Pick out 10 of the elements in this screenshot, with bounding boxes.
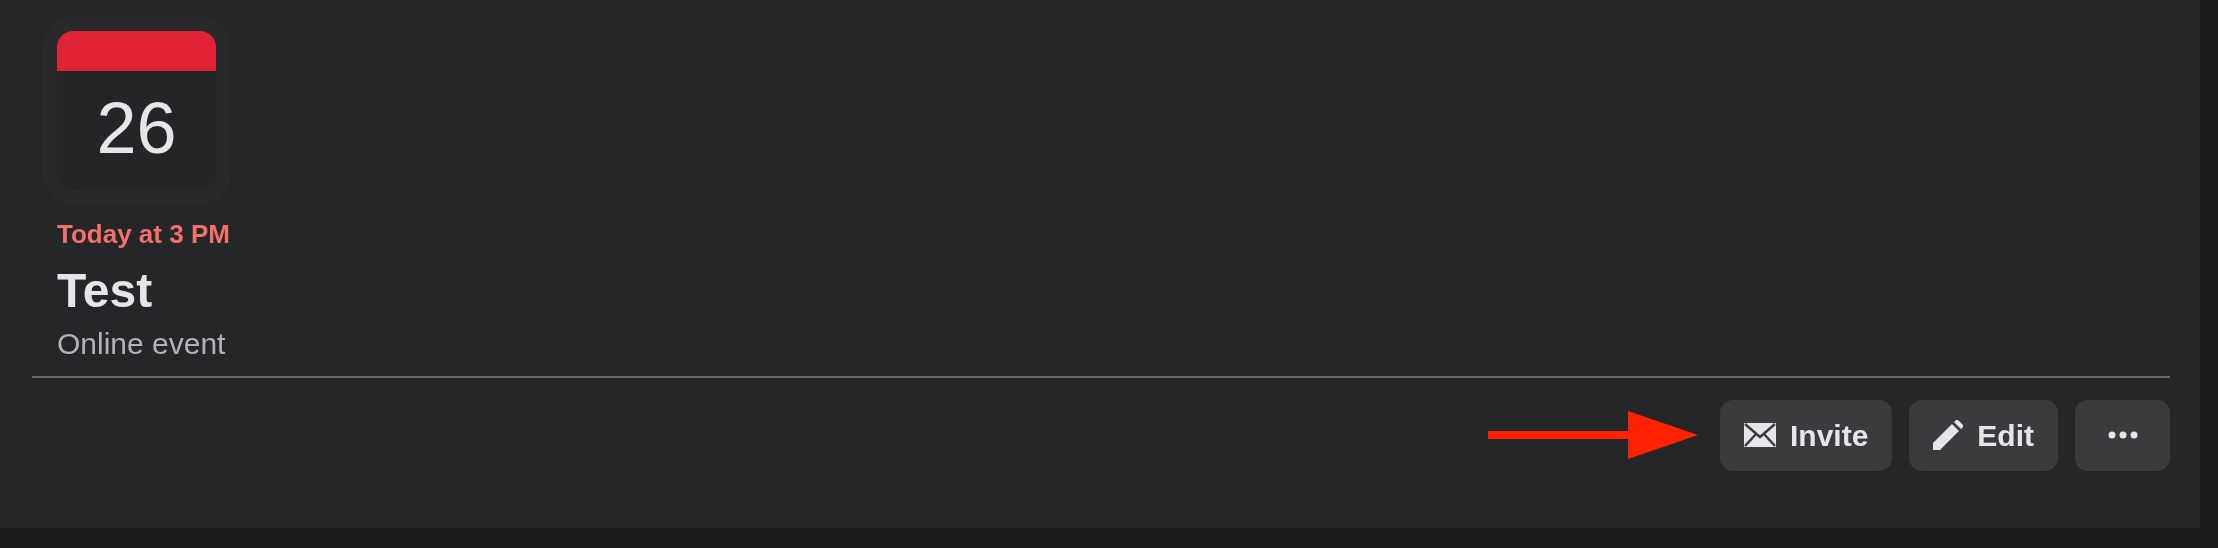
envelope-icon bbox=[1743, 423, 1776, 448]
pencil-icon bbox=[1933, 420, 1964, 451]
invite-button[interactable]: Invite bbox=[1719, 399, 1893, 471]
event-title: Test bbox=[57, 263, 154, 320]
event-location: Online event bbox=[57, 325, 227, 362]
more-button[interactable] bbox=[2075, 399, 2170, 471]
more-icon bbox=[2107, 431, 2138, 440]
edit-button[interactable]: Edit bbox=[1909, 399, 2058, 471]
calendar-day: 26 bbox=[57, 71, 216, 190]
event-time: Today at 3 PM bbox=[57, 219, 231, 251]
